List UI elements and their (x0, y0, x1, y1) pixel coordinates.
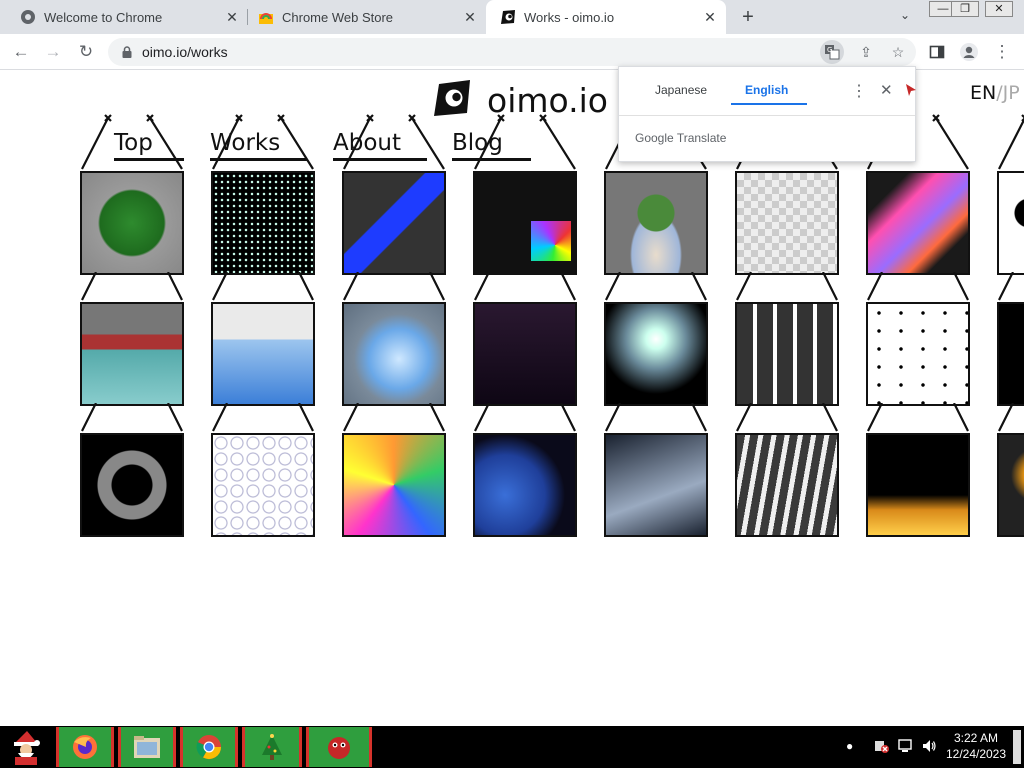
work-thumbnail-paper-boat-water[interactable] (80, 302, 184, 406)
clock-time: 3:22 AM (953, 731, 999, 745)
new-tab-button[interactable]: + (737, 6, 759, 28)
tab-oimo-works[interactable]: Works - oimo.io ✕ (486, 0, 726, 34)
file-manager-icon[interactable] (118, 727, 176, 767)
menu-kebab-icon[interactable]: ⋮ (990, 40, 1014, 64)
taskbar-clock[interactable]: 3:22 AM 12/24/2023 (944, 730, 1008, 762)
work-thumbnail-fluid-pool[interactable] (211, 302, 315, 406)
close-icon[interactable]: ✕ (462, 9, 478, 25)
address-bar[interactable]: oimo.io/works G ⇪ ☆ (108, 38, 916, 66)
back-button[interactable]: ← (9, 40, 33, 64)
page-content: oimo.io EN/JP Top Works About Blog (0, 70, 1024, 726)
lang-en[interactable]: EN (970, 82, 996, 104)
side-panel-icon[interactable] (925, 40, 949, 64)
lock-icon (120, 45, 134, 59)
work-thumbnail-color-cubes[interactable] (342, 433, 446, 537)
hanging-wire (81, 114, 183, 170)
show-desktop-button[interactable] (1013, 730, 1021, 764)
hanging-wire (343, 114, 445, 170)
work-thumbnail-sun-flower[interactable] (997, 433, 1024, 537)
selected-underline (731, 103, 807, 105)
network-icon[interactable] (898, 738, 914, 757)
brand-translate: Translate (676, 131, 727, 145)
close-window-button[interactable]: ✕ (985, 1, 1013, 17)
work-thumbnail-particle-fire[interactable] (866, 433, 970, 537)
work-thumbnail-voxel-gradient[interactable] (866, 171, 970, 275)
work-thumbnail-ribbons[interactable] (735, 433, 839, 537)
hanging-wire (474, 114, 576, 170)
tab-welcome[interactable]: Welcome to Chrome ✕ (0, 0, 248, 34)
work-thumbnail-code-cube[interactable] (473, 171, 577, 275)
red-creature-icon[interactable] (306, 727, 372, 767)
popup-divider (619, 115, 915, 116)
work-thumbnail-glass-fluid[interactable] (342, 302, 446, 406)
tab-title: Works - oimo.io (524, 9, 615, 25)
christmas-tree-icon[interactable] (242, 727, 302, 767)
brand-google: Google (635, 131, 674, 145)
close-icon[interactable]: ✕ (880, 81, 893, 99)
work-thumbnail-bubble-sketch[interactable] (211, 433, 315, 537)
translate-icon[interactable]: G (820, 40, 844, 64)
work-thumbnail-blue-ocean[interactable] (473, 433, 577, 537)
tab-title: Chrome Web Store (282, 9, 394, 25)
lang-option-english[interactable]: English (745, 83, 788, 97)
clock-date: 12/24/2023 (945, 747, 1007, 761)
lang-option-japanese[interactable]: Japanese (655, 83, 707, 97)
work-thumbnail-dot-matrix[interactable] (211, 171, 315, 275)
language-switch[interactable]: EN/JP (970, 82, 1020, 104)
work-thumbnail-falling-shards[interactable] (604, 433, 708, 537)
chrome-icon[interactable] (180, 727, 238, 767)
work-thumbnail-bonsai-tree[interactable] (604, 171, 708, 275)
work-thumbnail-digital-clock[interactable] (473, 302, 577, 406)
work-thumbnail-physics-boxes[interactable] (342, 171, 446, 275)
work-thumbnail-checker-cloth[interactable] (735, 171, 839, 275)
work-thumbnail-race-track[interactable] (80, 433, 184, 537)
hanging-wire (998, 114, 1024, 170)
notification-dot-icon[interactable]: ● (846, 739, 853, 753)
tab-strip: Welcome to Chrome ✕ Chrome Web Store ✕ W… (0, 0, 1024, 34)
work-thumbnail-ink-splash[interactable] (997, 171, 1024, 275)
forward-button[interactable]: → (41, 40, 65, 64)
work-thumbnail-smoke[interactable] (604, 302, 708, 406)
profile-avatar-icon[interactable] (957, 40, 981, 64)
red-cursor-icon (905, 83, 917, 97)
chrome-icon (20, 9, 36, 25)
svg-text:G: G (827, 46, 832, 54)
taskbar: ● 3:22 AM 12/24/2023 (0, 726, 1024, 768)
lang-jp[interactable]: JP (1003, 82, 1020, 104)
work-thumbnail-dark-blob[interactable] (997, 302, 1024, 406)
tab-title: Welcome to Chrome (44, 9, 163, 25)
hanging-wire (212, 114, 314, 170)
close-icon[interactable]: ✕ (702, 9, 718, 25)
work-thumbnail-thumbnail-grid[interactable] (735, 302, 839, 406)
maximize-button[interactable]: ❐ (951, 1, 979, 17)
url-text: oimo.io/works (142, 44, 228, 60)
work-thumbnail-green-sphere[interactable] (80, 171, 184, 275)
google-translate-brand: Google Translate (635, 131, 726, 145)
santa-start-icon[interactable] (4, 727, 48, 767)
oimo-logo-icon (500, 9, 516, 25)
network-error-icon[interactable] (874, 738, 890, 757)
volume-icon[interactable] (921, 738, 937, 757)
bookmark-star-icon[interactable]: ☆ (886, 40, 910, 64)
translate-popup: Japanese English ⋮ ✕ Google Translate (618, 66, 916, 162)
firefox-icon[interactable] (56, 727, 114, 767)
web-store-icon (258, 9, 274, 25)
browser-toolbar: ← → ↻ oimo.io/works G ⇪ ☆ ⋮ (0, 34, 1024, 70)
tab-web-store[interactable]: Chrome Web Store ✕ (238, 0, 486, 34)
options-kebab-icon[interactable]: ⋮ (851, 81, 867, 101)
tab-search-chevron-icon[interactable]: ⌄ (896, 8, 914, 26)
work-thumbnail-node-graph[interactable] (866, 302, 970, 406)
reload-button[interactable]: ↻ (74, 40, 98, 64)
share-icon[interactable]: ⇪ (854, 40, 878, 64)
